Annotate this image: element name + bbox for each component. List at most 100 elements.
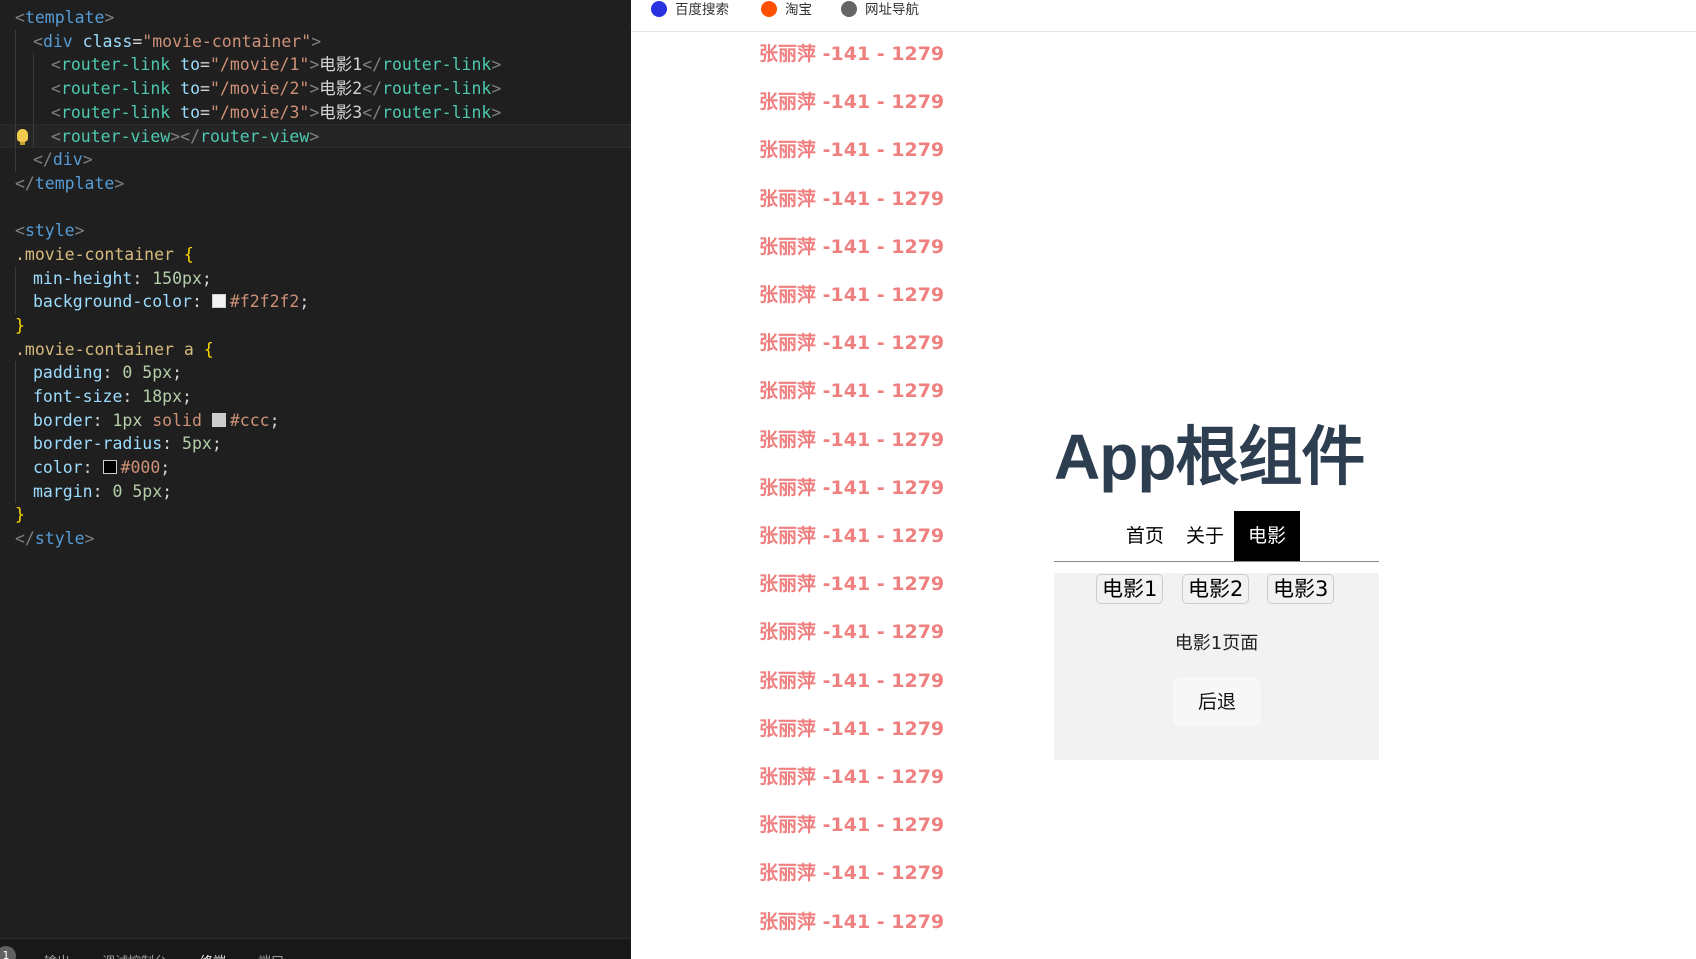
back-button[interactable]: 后退 [1173, 677, 1261, 727]
code-line[interactable]: font-size: 18px; [0, 385, 631, 409]
code-token: .movie-container [15, 244, 174, 264]
code-line-text: </style> [15, 527, 94, 551]
code-token: > [491, 79, 502, 99]
code-line-text: <router-view></router-view> [51, 125, 319, 149]
code-line[interactable]: min-height: 150px; [0, 266, 631, 291]
lightbulb-icon[interactable] [17, 129, 28, 146]
code-token: 电影1 [319, 55, 363, 75]
code-token: to [170, 102, 201, 122]
tab-terminal[interactable]: 终端 [200, 951, 226, 959]
code-line-text: .movie-container { [15, 243, 194, 267]
code-token: > [82, 150, 93, 170]
code-editor[interactable]: <template> <div class="movie-container"> <… [0, 0, 631, 959]
code-line[interactable] [0, 196, 631, 220]
color-swatch[interactable] [211, 294, 226, 309]
code-line-text: </template> [15, 172, 124, 196]
log-item: 张丽萍 -141 - 1279 [759, 717, 945, 740]
bookmark-nav[interactable]: 网址导航 [841, 0, 919, 20]
code-token: : [132, 268, 153, 288]
log-item: 张丽萍 -141 - 1279 [759, 187, 945, 210]
code-line-text: <style> [15, 219, 85, 243]
movie-link-2[interactable]: 电影2 [1182, 574, 1250, 604]
code-token: : [92, 481, 113, 501]
color-swatch[interactable] [211, 412, 226, 427]
color-swatch[interactable] [102, 460, 117, 475]
code-lines[interactable]: <template> <div class="movie-container"> <… [0, 6, 631, 551]
code-token: </ [33, 150, 53, 170]
code-token: border-radius [33, 434, 163, 454]
nav-link-movie[interactable]: 电影 [1234, 511, 1300, 561]
code-line[interactable]: <router-view></router-view> [0, 124, 631, 149]
baidu-icon [651, 1, 667, 17]
code-token: </ [362, 55, 383, 75]
code-line[interactable]: border: 1px solid #ccc; [0, 408, 631, 433]
code-line[interactable]: } [0, 314, 631, 338]
bookmark-taobao[interactable]: 淘宝 [761, 0, 812, 20]
log-item: 张丽萍 -141 - 1279 [759, 428, 945, 451]
code-token: to [170, 79, 201, 99]
indent-guide [15, 479, 16, 504]
code-token: </ [15, 529, 35, 549]
nav-link-about[interactable]: 关于 [1172, 511, 1238, 561]
app-title: App根组件 [1054, 421, 1365, 493]
code-token: : [191, 292, 212, 312]
log-item: 张丽萍 -141 - 1279 [759, 525, 945, 547]
bookmark-baidu[interactable]: 百度搜索 [651, 0, 729, 20]
indent-guide [33, 77, 34, 101]
code-line[interactable]: </div> [0, 148, 631, 172]
code-token: .movie-container a [15, 339, 194, 359]
code-line[interactable]: color: #000; [0, 456, 631, 480]
code-line[interactable]: border-radius: 5px; [0, 432, 631, 457]
code-token: style [34, 529, 85, 549]
code-line[interactable]: } [0, 503, 631, 527]
tab-output[interactable]: 输出 [44, 951, 70, 959]
nav-link-home[interactable]: 首页 [1112, 511, 1178, 561]
code-line[interactable]: <template> [0, 6, 631, 30]
code-line-text: margin: 0 5px; [33, 480, 172, 504]
code-token: > [311, 31, 322, 51]
log-item: 张丽萍 -141 - 1279 [759, 284, 945, 306]
tab-debug-console[interactable]: 调试控制台 [102, 951, 167, 959]
code-token: } [15, 505, 25, 525]
code-token: > [309, 127, 320, 147]
log-item: 张丽萍 -141 - 1279 [759, 332, 945, 355]
code-line[interactable]: <router-link to="/movie/2">电影2</router-l… [0, 77, 631, 101]
code-line[interactable]: <router-link to="/movie/1">电影1</router-l… [0, 53, 631, 78]
code-token: > [309, 55, 320, 75]
log-item: 张丽萍 -141 - 1279 [759, 621, 945, 644]
code-token: = [200, 79, 210, 99]
log-item: 张丽萍 -141 - 1279 [759, 235, 945, 258]
code-line[interactable]: margin: 0 5px; [0, 479, 631, 504]
code-line[interactable]: <div class="movie-container"> [0, 29, 631, 54]
code-token: 150px [152, 268, 202, 288]
code-line[interactable]: </style> [0, 527, 631, 551]
code-line[interactable]: background-color: #f2f2f2; [0, 290, 631, 314]
indent-guide [15, 456, 16, 480]
code-token: router-link [382, 79, 492, 99]
movie-link-1[interactable]: 电影1 [1096, 574, 1164, 604]
log-item: 张丽萍 -141 - 1279 [759, 814, 945, 837]
code-token: router-link [382, 55, 492, 75]
code-token: router-link [60, 55, 171, 75]
code-token: router-view [200, 127, 310, 147]
code-line[interactable]: .movie-container { [0, 243, 631, 267]
code-token: < [51, 127, 61, 147]
code-token: router-link [60, 79, 171, 99]
log-item: 张丽萍 -141 - 1279 [759, 91, 945, 114]
code-line[interactable]: .movie-container a { [0, 338, 631, 362]
code-line[interactable]: padding: 0 5px; [0, 361, 631, 385]
code-line[interactable]: </template> [0, 172, 631, 196]
movie-link-3[interactable]: 电影3 [1267, 574, 1335, 604]
code-token: ; [162, 481, 173, 501]
problem-count-badge[interactable]: 1 [0, 946, 16, 959]
code-token: 5px [182, 434, 212, 454]
log-item: 张丽萍 -141 - 1279 [759, 139, 945, 162]
code-line[interactable]: <style> [0, 219, 631, 243]
code-token: < [33, 31, 43, 51]
code-token: 0 5px [112, 481, 163, 501]
tab-ports[interactable]: 端口 [258, 951, 284, 959]
code-line[interactable]: <router-link to="/movie/3">电影3</router-l… [0, 100, 631, 125]
code-line-text: font-size: 18px; [33, 385, 192, 409]
code-token: router-link [382, 102, 492, 122]
code-token: > [84, 529, 95, 549]
